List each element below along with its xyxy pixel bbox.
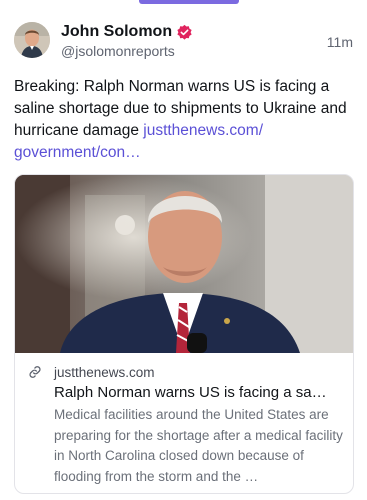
post-timestamp: 11m bbox=[326, 34, 353, 50]
avatar[interactable] bbox=[14, 22, 50, 58]
author-handle[interactable]: @jsolomonreports bbox=[61, 43, 175, 59]
link-icon bbox=[29, 366, 41, 378]
card-image bbox=[15, 175, 353, 353]
post-text: Breaking: Ralph Norman warns US is facin… bbox=[14, 76, 354, 164]
link-preview-card[interactable]: justthenews.com Ralph Norman warns US is… bbox=[14, 174, 354, 494]
verified-badge-icon bbox=[177, 24, 192, 40]
card-domain: justthenews.com bbox=[54, 364, 155, 380]
card-body: justthenews.com Ralph Norman warns US is… bbox=[15, 353, 353, 493]
active-tab-indicator bbox=[139, 0, 239, 4]
card-description: Medical facilities around the United Sta… bbox=[54, 407, 343, 484]
tweet-header: John Solomon @jsolomonreports 11m bbox=[14, 22, 353, 62]
author-name[interactable]: John Solomon bbox=[61, 23, 172, 41]
card-domain-row: justthenews.com bbox=[27, 364, 155, 380]
author-name-row: John Solomon bbox=[61, 23, 193, 41]
card-title[interactable]: Ralph Norman warns US is facing a sa… bbox=[54, 384, 346, 401]
